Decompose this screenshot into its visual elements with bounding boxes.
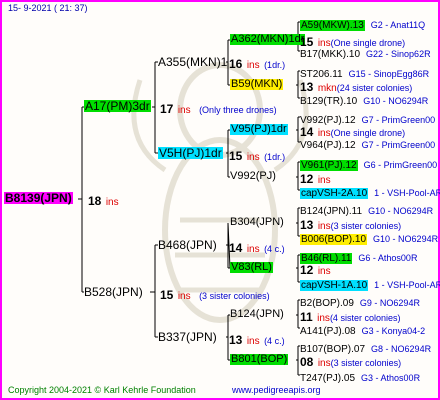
ins-note: (4 c.) [264,244,285,254]
gen4-info: G22 - Sinop62R [366,49,431,59]
gen4-node[interactable]: B46(RL).11 [300,253,353,264]
gen1-dam-ins: 15 ins (3 sister colonies) [160,287,270,303]
gen2-node-1[interactable]: A355(MKN)1 [158,56,227,68]
gen4-row: V992(PJ).12 G7 - PrimGreen00 [300,111,435,127]
gen4-node[interactable]: B129(TR).10 [300,96,357,107]
gen2-node-3[interactable]: B468(JPN) [158,239,217,251]
gen4-info: G10 - NO6294R [363,96,429,106]
gen4-row: V964(PJ).12 G7 - PrimGreen00 [300,136,435,152]
gen2-ins-4: 13 ins (4 c.) [229,332,285,348]
gen2-node-4[interactable]: B337(JPN) [158,331,217,343]
gen4-row: B124(JPN).11 G10 - NO6294R [300,202,433,218]
gen4-info: G6 - PrimGreen00 [363,160,438,170]
gen4-row: T247(PJ).05 G3 - Athos00R [300,369,420,385]
gen4-row: V961(PJ).12 G6 - PrimGreen00 [300,156,437,172]
ins-note: (Only three drones) [199,105,277,115]
ins-label: ins [246,152,260,163]
gen3-node-8[interactable]: B801(BOP) [230,354,289,365]
copyright: Copyright 2004-2021 © Karl Kehrle Founda… [8,385,196,395]
gen4-info: G15 - SinopEgg86R [348,69,430,79]
ins-label: ins [246,336,260,347]
gen4-row: A141(PJ).08 G3 - Konya04-2 [300,322,425,338]
root-queen[interactable]: B8139(JPN) [4,192,73,204]
gen4-node[interactable]: B124(JPN).11 [300,206,362,217]
gen4-node[interactable]: A59(MKW).13 [300,20,365,31]
gen4-row: capVSH-1A.10 1 - VSH-Pool-AR [300,276,440,292]
gen4-node[interactable]: A141(PJ).08 [300,326,356,337]
root-ins: 18 ins [88,193,119,209]
gen3-node-6[interactable]: V83(RL) [230,262,273,273]
ins-number: 15 [160,288,174,302]
gen4-info: G10 - NO6294R [368,206,434,216]
gen2-node-2[interactable]: V5H(PJ)1dr [158,147,223,159]
gen4-node[interactable]: V961(PJ).12 [300,160,358,171]
gen4-node[interactable]: B107(BOP).07 [300,344,365,355]
gen2-ins-1: 16 ins (1dr.) [229,56,285,72]
gen4-node[interactable]: ST206.11 [300,69,343,80]
gen4-node[interactable]: T247(PJ).05 [300,373,355,384]
gen4-row: ST206.11 G15 - SinopEgg86R [300,65,429,81]
gen4-info: G3 - Konya04-2 [361,326,426,336]
gen4-node[interactable]: B17(MKK).10 [300,49,360,60]
gen4-info: G2 - Anat11Q [370,20,426,30]
gen3-node-1[interactable]: A362(MKN)1dr [230,34,306,45]
gen3-node-2[interactable]: B59(MKN) [230,79,284,90]
gen4-info: G6 - Athos00R [358,253,418,263]
ins-label: ins [177,105,191,116]
gen4-node[interactable]: V964(PJ).12 [300,140,356,151]
ins-number: 15 [229,149,243,163]
ins-label: ins [246,60,260,71]
gen4-info: G7 - PrimGreen00 [361,115,436,125]
gen4-info: G9 - NO6294R [359,298,420,308]
ins-note: (4 c.) [264,336,285,346]
report-date: 15- 9-2021 ( 21: 37) [8,3,88,13]
ins-note: (1dr.) [264,60,286,70]
gen3-node-5[interactable]: B304(JPN) [230,217,284,228]
gen4-info: G3 - Athos00R [361,373,421,383]
ins-note: (3 sister colonies) [199,291,270,301]
gen1-dam[interactable]: B528(JPN) [84,286,143,298]
gen3-node-4[interactable]: V992(PJ) [230,171,276,182]
gen3-node-7[interactable]: B124(JPN) [230,309,284,320]
gen4-info: G10 - NO6294R [373,234,439,244]
gen2-ins-2: 15 ins (1dr.) [229,148,285,164]
gen4-row: B006(BOP).10 G10 - NO6294R [300,230,438,246]
gen2-ins-3: 14 ins (4 c.) [229,240,285,256]
gen4-info: 1 - VSH-Pool-AR [374,280,440,290]
site-link[interactable]: www.pedigreeapis.org [232,386,321,395]
gen1-sire-ins: 17 ins (Only three drones) [160,101,277,117]
ins-number: 17 [160,102,174,116]
ins-number: 13 [229,333,243,347]
gen4-node[interactable]: B006(BOP).10 [300,234,368,245]
ins-note: (3 sister colonies) [330,358,402,368]
ins-label: ins [246,244,260,255]
gen4-row: B17(MKK).10 G22 - Sinop62R [300,45,431,61]
root-ins-number: 18 [88,194,102,208]
gen4-row: B46(RL).11 G6 - Athos00R [300,249,417,265]
gen4-node[interactable]: capVSH-1A.10 [300,280,369,291]
ins-label: ins [177,291,191,302]
gen3-ins-8: 08 ins(3 sister colonies) [300,354,401,370]
ins-number: 16 [229,57,243,71]
root-ins-label: ins [105,197,119,208]
gen1-sire[interactable]: A17(PM)3dr [84,100,151,112]
ins-note: (1dr.) [264,152,286,162]
gen4-row: A59(MKW).13 G2 - Anat11Q [300,16,425,32]
gen4-node[interactable]: B2(BOP).09 [300,298,354,309]
gen4-row: B107(BOP).07 G8 - NO6294R [300,340,431,356]
gen4-info: 1 - VSH-Pool-AR [374,188,440,198]
ins-number: 08 [300,355,314,369]
gen4-row: B129(TR).10 G10 - NO6294R [300,92,428,108]
gen4-row: capVSH-2A.10 1 - VSH-Pool-AR [300,184,440,200]
ins-number: 12 [300,263,314,277]
gen4-info: G8 - NO6294R [371,344,432,354]
gen4-info: G7 - PrimGreen00 [361,140,436,150]
gen3-node-3[interactable]: V95(PJ)1dr [230,124,288,135]
gen4-node[interactable]: V992(PJ).12 [300,115,356,126]
ins-label: ins [317,358,331,369]
ins-number: 14 [229,241,243,255]
gen4-row: B2(BOP).09 G9 - NO6294R [300,294,420,310]
gen4-node[interactable]: capVSH-2A.10 [300,188,369,199]
